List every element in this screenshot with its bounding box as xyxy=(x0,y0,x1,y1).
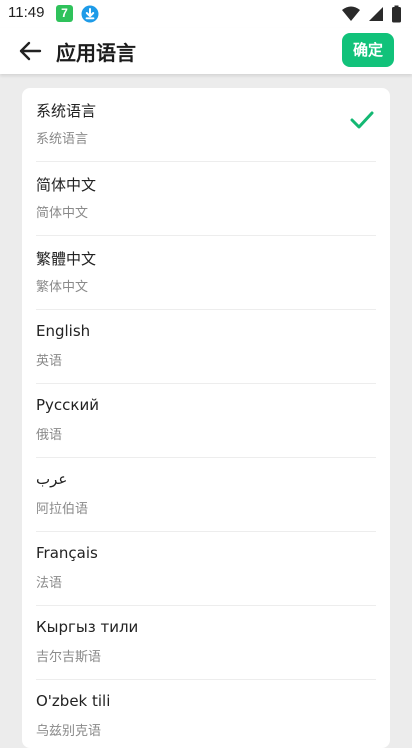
language-subtitle: 简体中文 xyxy=(36,206,89,221)
language-option-english[interactable]: English 英语 xyxy=(22,310,390,384)
language-name: 简体中文 xyxy=(36,176,97,194)
check-icon xyxy=(350,111,374,129)
language-subtitle: 阿拉伯语 xyxy=(36,502,89,517)
status-time: 11:49 xyxy=(8,4,45,21)
language-option-arabic[interactable]: عرب 阿拉伯语 xyxy=(22,458,390,532)
language-subtitle: 英语 xyxy=(36,354,63,369)
wifi-icon xyxy=(341,6,360,21)
language-option-russian[interactable]: Русский 俄语 xyxy=(22,384,390,458)
language-name: Русский xyxy=(36,396,99,414)
status-indicators xyxy=(339,5,402,23)
language-subtitle: 系统语言 xyxy=(36,132,89,147)
language-subtitle: 俄语 xyxy=(36,428,63,443)
language-name: O'zbek tili xyxy=(36,692,111,710)
language-name: Français xyxy=(36,544,98,562)
language-name: عرب xyxy=(36,470,68,488)
signal-icon xyxy=(368,7,383,21)
language-option-simplified-chinese[interactable]: 简体中文 简体中文 xyxy=(22,162,390,236)
page-title: 应用语言 xyxy=(56,41,136,65)
app-notification-icon: 7 xyxy=(56,5,73,22)
battery-icon xyxy=(392,5,401,23)
language-name: 繁體中文 xyxy=(36,250,97,268)
language-option-traditional-chinese[interactable]: 繁體中文 繁体中文 xyxy=(22,236,390,310)
status-bar: 11:49 7 xyxy=(0,0,412,28)
language-subtitle: 繁体中文 xyxy=(36,280,89,295)
confirm-button[interactable]: 确定 xyxy=(342,33,394,67)
download-icon xyxy=(81,5,99,23)
language-option-kyrgyz[interactable]: Кыргыз тили 吉尔吉斯语 xyxy=(22,606,390,680)
language-name: Кыргыз тили xyxy=(36,618,139,636)
language-option-system[interactable]: 系统语言 系统语言 xyxy=(22,88,390,162)
language-subtitle: 法语 xyxy=(36,576,63,591)
language-option-uzbek[interactable]: O'zbek tili 乌兹别克语 xyxy=(22,680,390,748)
app-bar: 应用语言 确定 xyxy=(0,28,412,74)
back-button[interactable] xyxy=(12,36,48,66)
language-subtitle: 乌兹别克语 xyxy=(36,724,102,739)
language-list: 系统语言 系统语言 简体中文 简体中文 繁體中文 繁体中文 English 英语… xyxy=(22,88,390,748)
language-option-french[interactable]: Français 法语 xyxy=(22,532,390,606)
language-name: English xyxy=(36,322,91,340)
language-name: 系统语言 xyxy=(36,102,97,120)
language-subtitle: 吉尔吉斯语 xyxy=(36,650,102,665)
arrow-left-icon xyxy=(19,41,42,61)
